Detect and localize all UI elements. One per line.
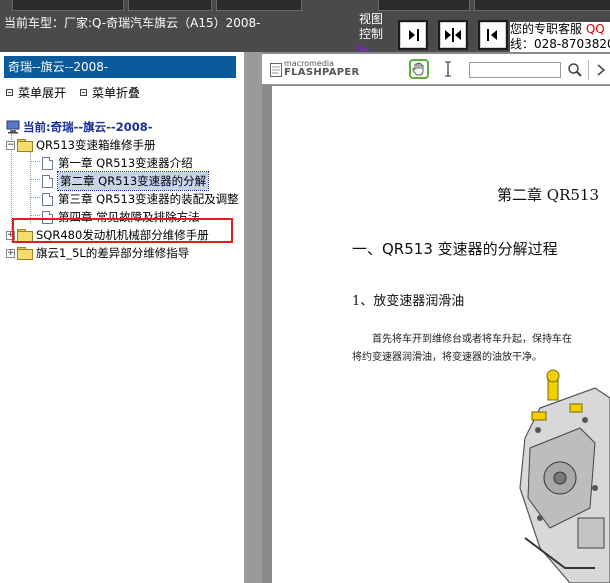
hand-icon	[412, 62, 424, 76]
tree-item-label: QR513变速箱维修手册	[36, 138, 156, 152]
text-cursor-icon	[445, 61, 451, 77]
tree-item-qr513-manual[interactable]: − QR513变速箱维修手册	[6, 136, 156, 154]
flashpaper-logo: macromedia FLASHPAPER	[270, 59, 370, 81]
toolbar-separator	[588, 60, 589, 80]
tree-connector	[30, 179, 40, 180]
tree-item-label-selected: 第二章 QR513变速器的分解	[56, 171, 210, 191]
collapse-toggle-icon[interactable]: −	[6, 140, 15, 150]
computer-icon	[6, 120, 20, 134]
service-line-2: 线：028-87038201	[510, 37, 610, 51]
document-page-icon	[42, 156, 53, 170]
top-tab[interactable]	[128, 0, 212, 11]
menu-collapse-button[interactable]: 菜单折叠	[80, 84, 140, 101]
arrow-left-bar-icon	[487, 29, 497, 41]
search-icon[interactable]	[567, 62, 583, 78]
top-tab[interactable]	[378, 0, 470, 11]
top-tab[interactable]	[474, 0, 610, 11]
flashpaper-logo-icon	[270, 63, 282, 77]
brand-main: FLASHPAPER	[284, 67, 360, 78]
tree-item-chapter-2[interactable]: 第二章 QR513变速器的分解	[42, 171, 210, 191]
qq-link[interactable]: QQ	[586, 22, 605, 36]
hide-left-panel-button[interactable]	[478, 20, 508, 50]
tree-item-qiyun-differences[interactable]: + 旗云1_5L的差异部分维修指导	[6, 244, 189, 262]
doc-section-heading: 一、QR513 变速器的分解过程	[352, 240, 558, 258]
doc-paragraph-line: 首先将车开到维修台或者将车升起，保持车在	[372, 334, 572, 345]
view-control-text: 视图控制	[358, 12, 383, 41]
doc-chapter-title: 第二章 QR513	[497, 186, 599, 204]
folder-open-icon	[17, 139, 33, 152]
panel-splitter[interactable]	[244, 52, 262, 583]
tree-item-label: 第一章 QR513变速器介绍	[58, 156, 193, 170]
transmission-illustration	[500, 368, 610, 583]
expand-toggle-icon[interactable]: +	[6, 248, 15, 258]
document-page-icon	[42, 174, 53, 188]
tree-connector	[30, 161, 40, 162]
text-select-tool[interactable]	[442, 59, 454, 79]
selection-highlight-box	[12, 218, 233, 243]
chevron-right-icon	[597, 64, 606, 76]
tree-connector	[30, 215, 40, 216]
view-control-label: 视图控制	[356, 12, 386, 51]
service-line-1: 您的专职客服 QQ	[510, 22, 605, 36]
tree-item-chapter-3[interactable]: 第三章 QR513变速器的装配及调整	[42, 190, 239, 208]
view-control-marker-icon	[358, 45, 372, 51]
search-input[interactable]	[469, 62, 561, 78]
top-tab[interactable]	[216, 0, 302, 11]
split-view-button[interactable]	[438, 20, 468, 50]
viewer-toolbar: macromedia FLASHPAPER	[262, 54, 610, 85]
menu-expand-label: 菜单展开	[18, 86, 67, 100]
next-result-button[interactable]	[595, 64, 607, 76]
pan-tool-button[interactable]	[409, 59, 429, 79]
split-arrows-icon	[445, 28, 461, 42]
current-car-model: 当前车型：厂家:Q-奇瑞汽车旗云（A15）2008-	[4, 16, 261, 30]
doc-subsection-heading: 1、放变速器润滑油	[352, 294, 465, 309]
document-page[interactable]: 第二章 QR513 一、QR513 变速器的分解过程 1、放变速器润滑油 首先将…	[272, 86, 610, 583]
menu-collapse-label: 菜单折叠	[92, 86, 141, 100]
document-page-icon	[42, 192, 53, 206]
arrow-right-bar-icon	[409, 29, 419, 41]
header-bar: 当前车型：厂家:Q-奇瑞汽车旗云（A15）2008- 视图控制 您的专职客服 Q…	[0, 0, 610, 52]
tree-connector	[30, 197, 40, 198]
magnifier-icon	[568, 63, 582, 77]
document-viewer: macromedia FLASHPAPER 第二章 QR513 一、QR513 …	[262, 52, 610, 583]
doc-paragraph-line: 将约变速器润滑油，将变速器的油放干净。	[352, 352, 542, 363]
transmission-drawing-icon	[519, 369, 610, 583]
tree-root-label: 当前:奇瑞--旗云--2008-	[23, 120, 153, 134]
top-tab[interactable]	[12, 0, 124, 11]
navigation-panel: 奇瑞--旗云--2008- 菜单展开 菜单折叠 当前:奇瑞--旗云--2008-…	[0, 52, 245, 583]
tree-item-label: 第三章 QR513变速器的装配及调整	[58, 192, 239, 206]
tree-connector	[30, 152, 31, 224]
tree-root[interactable]: 当前:奇瑞--旗云--2008-	[6, 118, 152, 136]
collapse-icon	[80, 89, 87, 96]
tree-item-chapter-1[interactable]: 第一章 QR513变速器介绍	[42, 154, 193, 172]
folder-icon	[17, 247, 33, 260]
nav-panel-title: 奇瑞--旗云--2008-	[4, 56, 236, 78]
menu-expand-button[interactable]: 菜单展开	[6, 84, 66, 101]
tree-item-label: 旗云1_5L的差异部分维修指导	[36, 246, 190, 260]
customer-service-box: 您的专职客服 QQ 线：028-87038201	[510, 22, 610, 52]
expand-icon	[6, 89, 13, 96]
show-left-panel-button[interactable]	[398, 20, 428, 50]
